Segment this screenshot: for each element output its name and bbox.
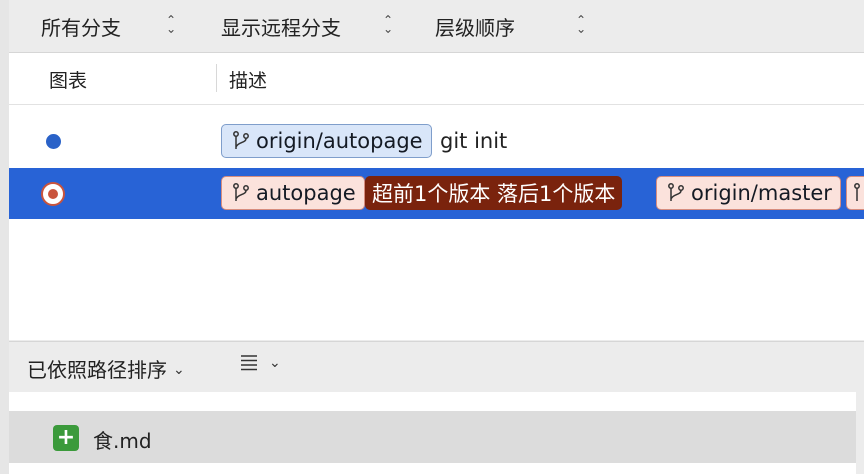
branch-icon [668, 183, 684, 201]
chevron-down-icon: ⌄ [173, 361, 185, 378]
view-mode-menu[interactable]: ⌄ [239, 352, 281, 372]
order-select[interactable]: 层级顺序 [435, 0, 515, 52]
order-label: 层级顺序 [435, 15, 515, 40]
plus-icon: + [53, 425, 79, 451]
list-icon [241, 355, 257, 371]
ahead-behind-label: 超前1个版本 落后1个版本 [372, 182, 616, 206]
branch-icon [233, 131, 249, 149]
commit-message: git init [440, 129, 508, 153]
file-row[interactable]: + 食.md [9, 411, 856, 463]
column-header-graph[interactable]: 图表 [49, 66, 87, 93]
head-node-icon [41, 182, 65, 206]
column-divider[interactable] [216, 64, 217, 92]
branch-tag-label: origin/autopage [256, 129, 423, 153]
branch-filter-select[interactable]: 所有分支 [41, 0, 121, 52]
chevron-down-icon: ⌄ [269, 355, 281, 371]
commit-row-selected[interactable]: autopage 超前1个版本 落后1个版本 origin/master [9, 168, 864, 219]
updown-chevron-icon[interactable]: ⌃ ⌃ [383, 14, 393, 35]
branch-icon [854, 183, 860, 201]
filter-bar: 所有分支 ⌃ ⌃ 显示远程分支 ⌃ ⌃ 层级顺序 ⌃ ⌃ [9, 0, 864, 53]
changed-files-list: + 食.md [9, 392, 864, 474]
window-edge [0, 0, 9, 474]
updown-chevron-icon[interactable]: ⌃ ⌃ [576, 14, 586, 35]
column-header-description[interactable]: 描述 [229, 66, 267, 93]
remote-filter-select[interactable]: 显示远程分支 [221, 0, 341, 52]
updown-chevron-icon[interactable]: ⌃ ⌃ [166, 14, 176, 35]
commit-table: 图表 描述 origin/autopage git init autopage [9, 53, 864, 340]
branch-tag-label: autopage [256, 181, 356, 205]
graph-node-icon [46, 134, 61, 149]
remote-branch-tag[interactable]: origin/master [656, 176, 841, 210]
branch-filter-label: 所有分支 [41, 15, 121, 40]
remote-branch-tag[interactable]: origin/autopage [221, 124, 432, 158]
sort-menu-label: 已依照路径排序 [27, 358, 167, 382]
sort-menu[interactable]: 已依照路径排序 ⌄ [27, 354, 185, 383]
file-list-toolbar: 已依照路径排序 ⌄ ⌄ [9, 341, 864, 393]
file-name: 食.md [93, 429, 152, 453]
branch-tag-label: origin/master [691, 181, 832, 205]
scrollbar-track[interactable] [856, 392, 864, 474]
local-branch-tag[interactable]: autopage [221, 176, 365, 210]
remote-filter-label: 显示远程分支 [221, 15, 341, 40]
commit-row[interactable]: origin/autopage git init [9, 116, 864, 167]
table-header: 图表 描述 [9, 53, 864, 105]
ahead-behind-badge: 超前1个版本 落后1个版本 [365, 176, 623, 210]
branch-icon [233, 183, 249, 201]
overflow-branch-tag[interactable] [846, 176, 864, 210]
